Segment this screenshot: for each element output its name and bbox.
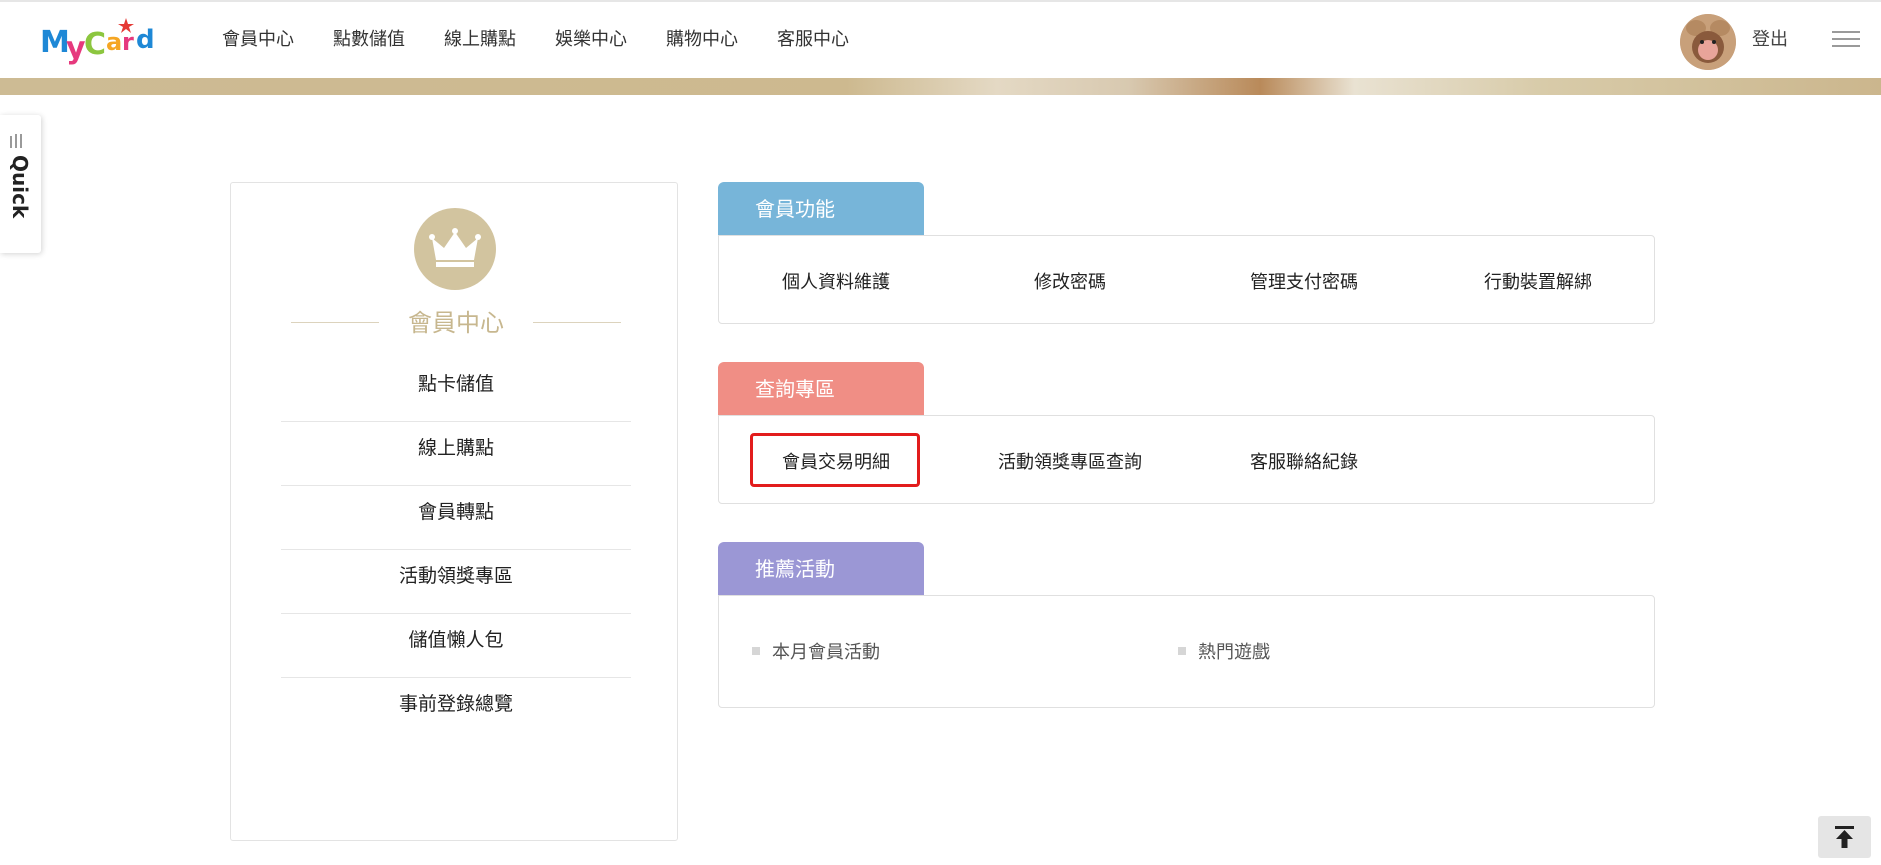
nav-points-topup[interactable]: 點數儲值	[333, 2, 405, 78]
quick-label: Quick	[8, 155, 32, 219]
bullet-icon	[752, 647, 760, 655]
menu-item-preregistration[interactable]: 事前登錄總覽	[281, 678, 631, 742]
member-center-card: 會員中心 點卡儲值 線上購點 會員轉點 活動領獎專區 儲值懶人包 事前登錄總覽	[230, 182, 678, 841]
hamburger-menu-icon[interactable]	[1832, 31, 1860, 51]
nav-shopping[interactable]: 購物中心	[666, 2, 738, 78]
menu-item-card-topup[interactable]: 點卡儲值	[281, 358, 631, 422]
link-popular-games[interactable]: 熱門遊戲	[1198, 638, 1270, 664]
member-center-title: 會員中心	[408, 309, 504, 337]
menu-item-online-purchase[interactable]: 線上購點	[281, 422, 631, 486]
link-change-password[interactable]: 修改密碼	[953, 268, 1187, 294]
divider-right	[533, 322, 621, 323]
member-center-heading: 會員中心	[291, 307, 621, 339]
member-center-menu: 點卡儲值 線上購點 會員轉點 活動領獎專區 儲值懶人包 事前登錄總覽	[281, 358, 631, 742]
query-zone-tab: 查詢專區	[718, 362, 924, 416]
member-functions-tab: 會員功能	[718, 182, 924, 236]
arrow-up-to-top-icon	[1835, 826, 1854, 848]
svg-text:y: y	[66, 31, 86, 66]
link-profile-maintenance[interactable]: 個人資料維護	[719, 268, 953, 294]
link-monthly-member-events[interactable]: 本月會員活動	[772, 638, 880, 664]
nav-entertainment[interactable]: 娛樂中心	[555, 2, 627, 78]
nav-online-purchase[interactable]: 線上購點	[444, 2, 516, 78]
svg-text:r: r	[122, 28, 134, 56]
link-service-records[interactable]: 客服聯絡紀錄	[1187, 448, 1421, 474]
quick-panel-tab[interactable]: Quick	[0, 115, 41, 253]
nav-member-center[interactable]: 會員中心	[222, 2, 294, 78]
member-functions-box: 個人資料維護 修改密碼 管理支付密碼 行動裝置解綁	[718, 235, 1655, 324]
logout-link[interactable]: 登出	[1752, 2, 1788, 78]
recommended-box: 本月會員活動 熱門遊戲	[718, 595, 1655, 708]
svg-text:a: a	[106, 28, 122, 56]
nav-customer-service[interactable]: 客服中心	[777, 2, 849, 78]
site-header: M y C a r d 會員中心 點數儲值 線上購點 娛樂中心 購物中心 客服中…	[0, 2, 1881, 78]
back-to-top-button[interactable]	[1818, 816, 1871, 858]
crown-icon	[414, 208, 496, 290]
link-event-reward-query[interactable]: 活動領獎專區查詢	[953, 448, 1187, 474]
svg-text:d: d	[136, 25, 155, 55]
main-nav: 會員中心 點數儲值 線上購點 娛樂中心 購物中心 客服中心	[222, 2, 888, 78]
bullet-icon	[1178, 647, 1186, 655]
menu-item-event-rewards[interactable]: 活動領獎專區	[281, 550, 631, 614]
header-banner-strip	[0, 78, 1881, 95]
menu-item-point-transfer[interactable]: 會員轉點	[281, 486, 631, 550]
menu-item-topup-guide[interactable]: 儲值懶人包	[281, 614, 631, 678]
recommended-tab: 推薦活動	[718, 542, 924, 596]
user-avatar[interactable]	[1680, 14, 1736, 70]
svg-text:C: C	[84, 27, 106, 62]
mycard-logo[interactable]: M y C a r d	[40, 14, 164, 66]
link-transaction-details[interactable]: 會員交易明細	[719, 448, 953, 474]
quick-lines-icon	[10, 134, 26, 148]
link-payment-password[interactable]: 管理支付密碼	[1187, 268, 1421, 294]
query-zone-box: 會員交易明細 活動領獎專區查詢 客服聯絡紀錄	[718, 415, 1655, 504]
link-unbind-device[interactable]: 行動裝置解綁	[1421, 268, 1655, 294]
